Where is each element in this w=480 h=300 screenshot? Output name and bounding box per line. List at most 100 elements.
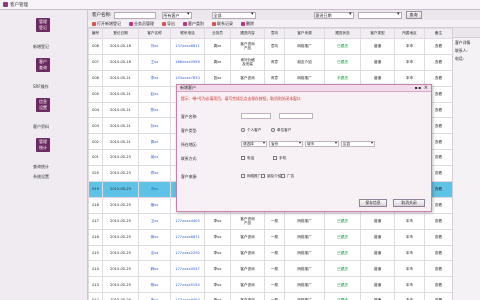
sidebar-label[interactable]: 查询统计	[33, 164, 49, 170]
table-cell: 韩xx	[138, 260, 171, 278]
source-checkbox-1[interactable]	[241, 174, 245, 178]
table-cell: 007	[88, 53, 103, 71]
dialog-menu-icon[interactable]: ▪▪	[415, 85, 422, 90]
query-button[interactable]: 查询	[405, 11, 422, 19]
sort-order-select[interactable]	[357, 11, 402, 19]
district-select[interactable]: 区县	[341, 141, 375, 147]
customer-name-input-2[interactable]	[279, 113, 313, 119]
column-header[interactable]: 跟进内容	[230, 28, 265, 39]
search-label: 客户名称:	[92, 13, 112, 18]
table-cell: 008	[88, 38, 103, 55]
sidebar-label[interactable]: 客户资料	[33, 124, 49, 130]
province-select[interactable]: 省份	[269, 141, 303, 147]
action-category[interactable]: 客户类别	[183, 21, 204, 27]
table-cell: 李xx	[204, 244, 231, 262]
sort-select[interactable]: 跟进日期	[313, 11, 354, 19]
sidebar-label[interactable]: 系统设置	[33, 174, 49, 180]
sidebar-label[interactable]: 新增登记	[33, 44, 49, 50]
export-icon	[162, 21, 166, 26]
sidebar-label[interactable]: SRF操作	[33, 84, 49, 90]
table-cell[interactable]: 查看	[424, 260, 452, 278]
column-header[interactable]: 客户名称	[138, 28, 171, 39]
column-header[interactable]: 跟进状态	[324, 28, 361, 39]
action-delete[interactable]: 删除	[241, 21, 254, 27]
column-header[interactable]: 编号	[88, 28, 103, 39]
table-cell: 本市	[394, 292, 425, 300]
table-cell: 177xxxx8871	[170, 228, 205, 246]
contact-checkbox-phone[interactable]	[241, 156, 245, 160]
table-cell: 陈xx	[138, 101, 171, 119]
table-row[interactable]: 013 2015-05-25 杨xx 177xxxx5154 李xx 客户咨询 一般 网络推广…	[88, 276, 452, 294]
status-select[interactable]: 全部	[211, 11, 256, 19]
table-row[interactable]: 0122015-05-25朱xx177xxxx9463李xx客户咨询一般网络推广…	[88, 292, 452, 300]
table-cell[interactable]: 查看	[424, 212, 452, 230]
table-cell: 网络推广	[284, 38, 325, 55]
table-cell: 一般	[264, 276, 285, 294]
column-header[interactable]: 客户类型	[360, 28, 395, 39]
type-select[interactable]: 所有客户	[161, 11, 192, 19]
type-radio-company[interactable]	[271, 128, 275, 132]
table-cell: 014	[88, 260, 103, 278]
column-header[interactable]: 业务员	[204, 28, 231, 39]
table-cell: 005	[88, 85, 103, 103]
column-header[interactable]: 登记日期	[102, 28, 139, 39]
customer-name-input[interactable]	[241, 113, 271, 119]
table-cell: 普通	[360, 260, 395, 278]
dialog-title: 新增客户	[180, 85, 196, 90]
table-cell: 普通	[360, 228, 395, 246]
table-cell[interactable]: 查看	[424, 228, 452, 246]
contact-option: 手机	[279, 156, 287, 160]
table-cell: 李xx	[204, 212, 231, 230]
cancel-button[interactable]: 取消关闭	[393, 199, 425, 207]
sidebar-tile-settings[interactable]: 信息 设置	[36, 98, 50, 112]
action-label: 打开新增登记	[97, 20, 121, 26]
region-select[interactable]: 请选择	[241, 141, 267, 147]
table-cell: 186xxxx0956	[170, 53, 205, 71]
column-header[interactable]: 联系电话	[170, 28, 205, 39]
column-header[interactable]: 所属地区	[394, 28, 425, 39]
column-header[interactable]: 备注	[424, 28, 452, 39]
contact-checkbox-mobile[interactable]	[273, 156, 277, 160]
table-cell: 一般	[264, 212, 285, 230]
table-cell[interactable]: 查看	[424, 292, 452, 300]
table-cell[interactable]: 查看	[424, 38, 452, 55]
action-export[interactable]: 导出	[162, 21, 175, 27]
sidebar-tile-stats[interactable]: 管理 统计	[36, 138, 50, 152]
action-records[interactable]: 联系记录	[212, 21, 233, 27]
sidebar-tile-register[interactable]: 管理 登记	[36, 18, 50, 32]
table-row[interactable]: 007 2015-05-18 王xx 186xxxx0956 周xx 询问价格 及安装 有意…	[88, 53, 452, 71]
table-cell: 本市	[394, 260, 425, 278]
detail-phone: 电话:	[455, 56, 464, 61]
city-select[interactable]: 城市	[305, 141, 339, 147]
action-label: 导出	[167, 20, 175, 26]
table-cell: 2015-05-25	[102, 196, 139, 214]
table-cell[interactable]: 查看	[424, 244, 452, 262]
search-input[interactable]	[113, 11, 156, 19]
table-row[interactable]: 017 2015-05-25 卫xx 177xxxx4405 李xx 客户咨询 产品 一般网…	[88, 212, 452, 230]
user-icon	[129, 21, 133, 26]
table-cell: 一般	[264, 228, 285, 246]
close-icon[interactable]: ×	[424, 85, 428, 91]
table-cell[interactable]: 查看	[424, 276, 452, 294]
table-cell: 2015-05-21	[102, 101, 139, 119]
column-header[interactable]: 客户来源	[284, 28, 325, 39]
type-option: 个人客户	[247, 128, 262, 132]
table-cell: 2015-05-25	[102, 292, 139, 300]
column-header[interactable]: 意向	[264, 28, 285, 39]
table-cell: 网络推广	[284, 292, 325, 300]
action-staff[interactable]: 业务员管理	[129, 21, 154, 27]
source-checkbox-3[interactable]	[281, 174, 285, 178]
table-cell: 卫xx	[138, 212, 171, 230]
source-checkbox-2[interactable]	[261, 174, 265, 178]
table-row[interactable]: 014 2015-05-25 韩xx 177xxxx0037 李xx 客户咨询 一般 网络推广…	[88, 260, 452, 278]
table-row[interactable]: 015 2015-05-25 沈xx 177xxxx2290 李xx 客户咨询 一般 网络推广…	[88, 244, 452, 262]
table-cell: 177xxxx5154	[170, 276, 205, 294]
sidebar-tile-query[interactable]: 客户 查询	[36, 58, 50, 72]
type-radio-personal[interactable]	[241, 128, 245, 132]
save-button[interactable]: 保存信息	[359, 199, 387, 207]
table-cell[interactable]: 查看	[424, 53, 452, 71]
action-new[interactable]: 打开新增登记	[92, 21, 121, 27]
dialog-titlebar[interactable]: 新增客户 ▪▪ ×	[177, 85, 431, 92]
table-row[interactable]: 016 2015-05-25 蒋xx 177xxxx8871 李xx 客户咨询 一般 网络推广…	[88, 228, 452, 246]
table-row[interactable]: 008 2015-05-18 刘xx 137xxxx8811 周xx 客户咨询 产品 意向网…	[88, 38, 452, 55]
